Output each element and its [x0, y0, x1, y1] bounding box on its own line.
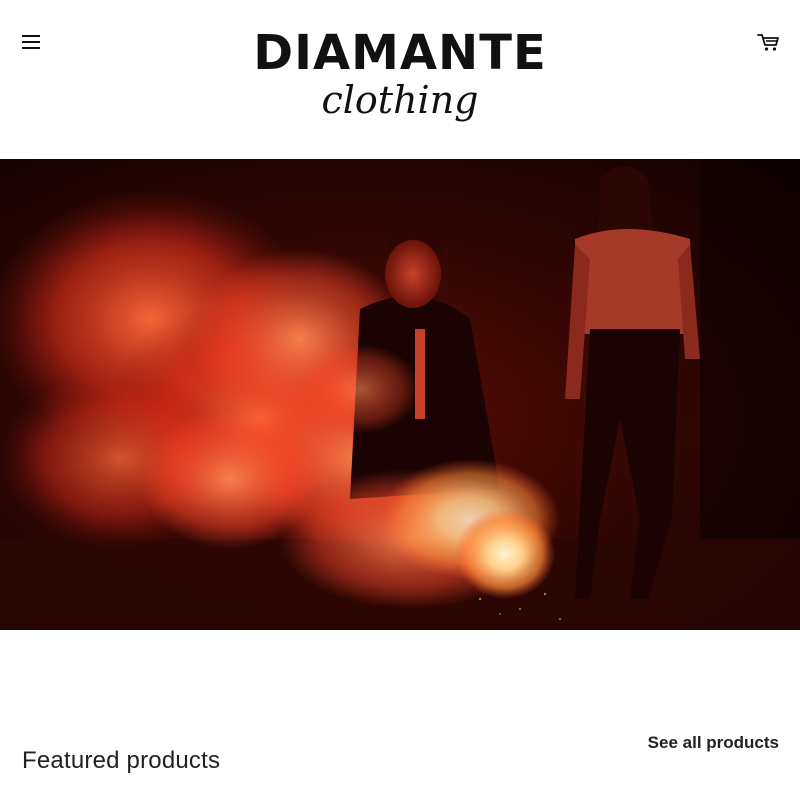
shopping-cart-icon[interactable]: [755, 30, 781, 54]
hero-image: [0, 159, 800, 630]
site-header: DIAMANTE clothing: [0, 0, 800, 159]
logo-wordmark: DIAMANTE: [253, 25, 547, 81]
brand-logo[interactable]: DIAMANTE clothing: [240, 24, 560, 134]
menu-bar: [22, 47, 40, 49]
see-all-products-link[interactable]: See all products: [648, 733, 779, 753]
menu-bar: [22, 41, 40, 43]
menu-bar: [22, 35, 40, 37]
hamburger-menu-icon[interactable]: [18, 30, 44, 54]
featured-products-heading: Featured products: [22, 746, 221, 774]
logo-subtitle: clothing: [321, 78, 479, 122]
hero-banner: [0, 159, 800, 630]
